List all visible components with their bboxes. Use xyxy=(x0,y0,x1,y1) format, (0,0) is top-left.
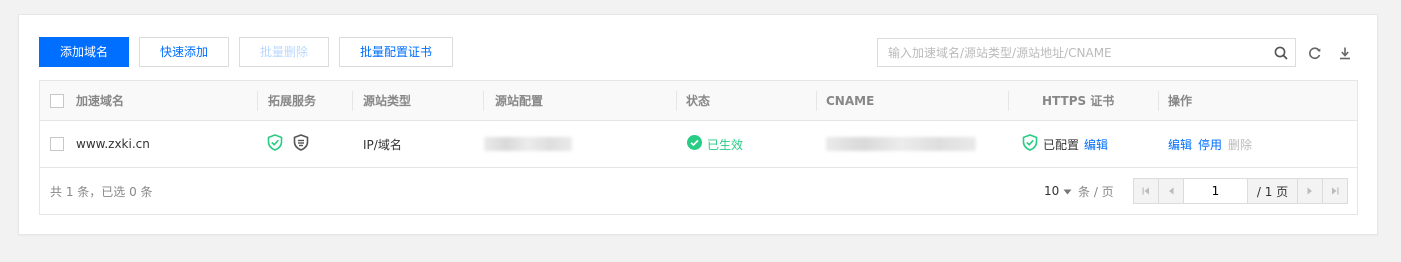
selection-summary: 共 1 条，已选 0 条 xyxy=(50,184,153,199)
last-page-icon[interactable] xyxy=(1322,179,1347,203)
column-origin-type: 源站类型 xyxy=(363,94,412,108)
domain-name: www.zxki.cn xyxy=(76,137,150,151)
https-edit-link[interactable]: 编辑 xyxy=(1084,136,1108,153)
https-status: 已配置 xyxy=(1043,137,1080,152)
table-row: www.zxki.cn IP/域名 已生效 已配置 编辑 编辑 停用 删除 xyxy=(40,121,1357,168)
per-page-label: 条 / 页 xyxy=(1078,184,1114,199)
total-pages: / 1 页 xyxy=(1256,184,1289,199)
column-divider xyxy=(816,91,817,111)
column-status: 状态 xyxy=(686,94,711,108)
batch-delete-button[interactable]: 批量删除 xyxy=(239,37,330,67)
column-domain: 加速域名 xyxy=(76,94,125,108)
add-domain-button[interactable]: 添加域名 xyxy=(39,37,130,67)
table-header: 加速域名 拓展服务 源站类型 源站配置 状态 CNAME HTTPS 证书 操作 xyxy=(40,81,1357,121)
domain-management-card: 添加域名 快速添加 批量删除 批量配置证书 加速域名 拓展服务 源站类型 源站配… xyxy=(18,14,1378,235)
status-text: 已生效 xyxy=(707,137,744,152)
domain-table: 加速域名 拓展服务 源站类型 源站配置 状态 CNAME HTTPS 证书 操作… xyxy=(39,80,1358,215)
origin-config-redacted xyxy=(484,137,572,151)
select-all-checkbox[interactable] xyxy=(50,93,64,108)
column-divider xyxy=(676,91,677,111)
origin-type: IP/域名 xyxy=(363,137,402,152)
column-cname: CNAME xyxy=(826,93,875,108)
shield-check-icon[interactable] xyxy=(267,134,283,154)
first-page-icon[interactable] xyxy=(1134,179,1159,203)
prev-page-icon[interactable] xyxy=(1159,179,1184,203)
page-size-value: 10 xyxy=(1044,184,1060,198)
disable-link[interactable]: 停用 xyxy=(1198,136,1222,153)
column-divider xyxy=(1008,91,1009,111)
page-size-select[interactable]: 10 xyxy=(1044,168,1072,214)
column-divider xyxy=(483,91,484,111)
column-services: 拓展服务 xyxy=(268,94,317,108)
cname-redacted xyxy=(826,137,976,151)
delete-link[interactable]: 删除 xyxy=(1228,136,1252,153)
edit-link[interactable]: 编辑 xyxy=(1168,136,1192,153)
column-divider xyxy=(1158,91,1159,111)
page-number-input[interactable] xyxy=(1184,179,1248,203)
shield-check-icon xyxy=(1022,134,1038,154)
quick-add-button[interactable]: 快速添加 xyxy=(139,37,230,67)
check-circle-icon xyxy=(687,135,702,153)
table-footer: 共 1 条，已选 0 条 10 条 / 页 / 1 页 xyxy=(40,168,1357,214)
search-input[interactable] xyxy=(878,39,1267,66)
column-divider xyxy=(257,91,258,111)
pagination: / 1 页 xyxy=(1133,178,1348,204)
search-box xyxy=(877,38,1296,67)
waf-shield-icon[interactable] xyxy=(293,134,309,154)
batch-cert-button[interactable]: 批量配置证书 xyxy=(339,37,454,67)
refresh-icon[interactable] xyxy=(1307,45,1323,61)
download-icon[interactable] xyxy=(1337,45,1353,61)
toolbar: 添加域名 快速添加 批量删除 批量配置证书 xyxy=(39,37,454,67)
column-divider xyxy=(352,91,353,111)
caret-down-icon xyxy=(1063,184,1072,198)
search-icon[interactable] xyxy=(1267,46,1295,60)
row-checkbox[interactable] xyxy=(50,137,64,151)
next-page-icon[interactable] xyxy=(1297,179,1322,203)
column-actions: 操作 xyxy=(1168,94,1193,108)
column-https: HTTPS 证书 xyxy=(1042,94,1115,108)
column-origin-config: 源站配置 xyxy=(495,94,544,108)
